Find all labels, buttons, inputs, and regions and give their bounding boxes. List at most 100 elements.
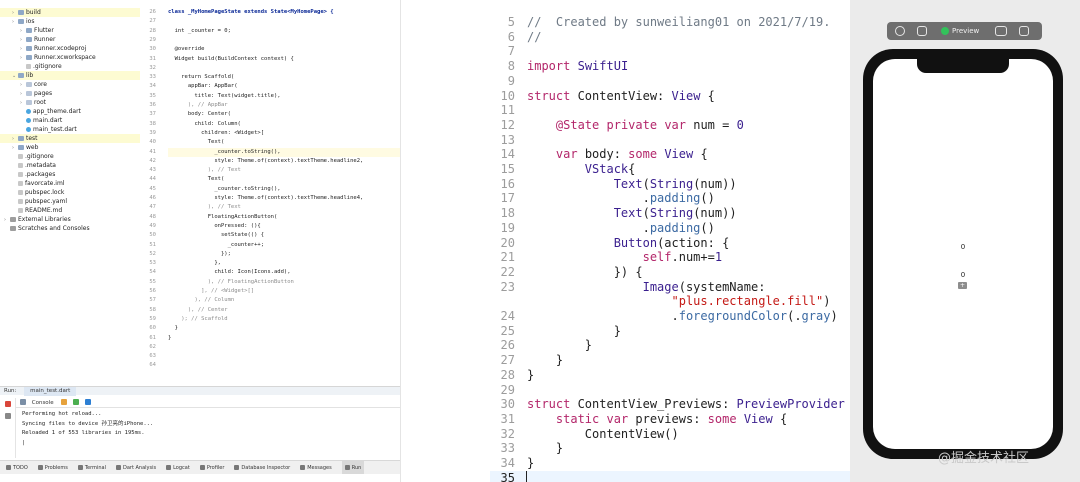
tool-tab-icon	[77, 465, 83, 470]
project-tree-item[interactable]: .metadata	[0, 161, 140, 170]
swift-code-text: struct ContentView: View {	[527, 88, 715, 103]
project-tree-item[interactable]: pubspec.yaml	[0, 197, 140, 206]
dart-code-text: style: Theme.of(context).textTheme.headl…	[168, 195, 364, 201]
project-tree-item[interactable]: › External Libraries	[0, 215, 140, 224]
dart-code-text: appBar: AppBar(	[168, 83, 238, 90]
swift-code-line: 30 struct ContentView_Previews: PreviewPr…	[490, 397, 850, 412]
line-number: 46	[149, 195, 156, 201]
project-tree-label: .metadata	[25, 162, 56, 169]
line-number: 57	[149, 297, 156, 304]
project-tree-item[interactable]: app_theme.dart	[0, 107, 140, 116]
project-tree-item[interactable]: › core	[0, 80, 140, 89]
project-tree-item[interactable]: › Runner.xcworkspace	[0, 53, 140, 62]
line-number: 19	[500, 220, 515, 235]
dart-code-line: ), // Text	[168, 166, 400, 175]
dart-code-editor[interactable]: class _MyHomePageState extends State<MyH…	[168, 8, 400, 386]
duplicate-preview-icon[interactable]	[1019, 26, 1029, 36]
swift-code-line: 25 }	[490, 324, 850, 339]
project-tree-item[interactable]: .gitignore	[0, 62, 140, 71]
file-icon	[18, 163, 23, 168]
tool-tab-database-inspector[interactable]: Database Inspector	[234, 461, 290, 474]
swift-code-text: "plus.rectangle.fill")	[671, 294, 831, 309]
dart-icon	[26, 127, 31, 132]
project-tree-item[interactable]: Scratches and Consoles	[0, 224, 140, 233]
file-icon	[18, 199, 23, 204]
stop-icon[interactable]	[5, 401, 11, 407]
project-tree-item[interactable]: README.md	[0, 206, 140, 215]
console-tab[interactable]: Console	[32, 400, 54, 406]
hot-restart-icon[interactable]	[73, 399, 80, 405]
line-number: 30	[500, 397, 515, 412]
project-tree-item[interactable]: › test	[0, 134, 140, 143]
inspect-icon[interactable]	[917, 26, 927, 36]
run-tab-main-test[interactable]: main_test.dart	[24, 387, 77, 396]
swift-code-line: 21 self.num+=1	[490, 250, 850, 265]
project-tree-item[interactable]: › pages	[0, 89, 140, 98]
xcode-code-editor[interactable]: 5 // Created by sunweiliang01 on 2021/7/1…	[490, 0, 850, 482]
project-tree-item[interactable]: › root	[0, 98, 140, 107]
project-tree-item[interactable]: › ios	[0, 17, 140, 26]
tool-tab-run[interactable]: Run	[341, 461, 365, 474]
line-number: 59	[149, 315, 156, 322]
project-tree-item[interactable]: › web	[0, 143, 140, 152]
folder-icon	[18, 19, 24, 24]
swift-code-line: 27 }	[490, 353, 850, 368]
tool-tab-problems[interactable]: Problems	[37, 461, 68, 474]
counter-text-1: 0	[960, 243, 966, 251]
project-tree-item[interactable]: › Flutter	[0, 26, 140, 35]
tool-tab-dart-analysis[interactable]: Dart Analysis	[115, 461, 156, 474]
project-tree-item[interactable]: .packages	[0, 170, 140, 179]
swift-code-text: }) {	[527, 264, 643, 279]
line-number: 32	[500, 426, 515, 441]
tool-tab-todo[interactable]: TODO	[6, 461, 28, 474]
line-number: 29	[500, 382, 515, 397]
project-tree-item[interactable]: ⌄ lib	[0, 71, 140, 80]
line-number: 42	[149, 157, 156, 164]
project-tree-item[interactable]: › Runner	[0, 35, 140, 44]
preview-label[interactable]: Preview	[952, 22, 979, 40]
dart-code-text: ); // Scaffold	[168, 315, 228, 322]
line-number: 12	[500, 117, 515, 132]
project-tree-item[interactable]: main.dart	[0, 116, 140, 125]
dart-code-line: Text(	[168, 175, 400, 184]
tool-icon[interactable]	[5, 413, 11, 419]
dart-code-line: Widget build(BuildContext context) {	[168, 55, 400, 64]
line-number: 27	[500, 353, 515, 368]
line-number: 6	[507, 29, 515, 44]
swift-code-text: ContentView()	[527, 426, 679, 441]
line-number: 33	[149, 74, 156, 81]
tool-tab-messages[interactable]: Messages	[300, 461, 332, 474]
project-tree-item[interactable]: favorcate.iml	[0, 179, 140, 188]
project-tree-item[interactable]: › build	[0, 8, 140, 17]
line-number: 29	[149, 36, 156, 43]
project-tree-item[interactable]: pubspec.lock	[0, 188, 140, 197]
swift-code-text: .foregroundColor(.gray)	[527, 309, 838, 323]
hot-reload-icon[interactable]	[61, 399, 68, 405]
tool-tab-terminal[interactable]: Terminal	[77, 461, 106, 474]
line-number: 26	[149, 9, 156, 15]
live-preview-icon[interactable]	[895, 26, 905, 36]
dart-code-text: class _MyHomePageState extends State<MyH…	[168, 9, 334, 15]
console-line: Performing hot reload...	[22, 411, 102, 417]
line-number: 21	[500, 250, 515, 265]
dart-code-line: style: Theme.of(context).textTheme.headl…	[168, 194, 400, 203]
plus-rectangle-fill-icon[interactable]: +	[958, 282, 967, 289]
line-number: 17	[500, 191, 515, 206]
line-number: 31	[500, 411, 515, 426]
line-number: 50	[149, 232, 156, 239]
devtools-icon[interactable]	[84, 399, 91, 405]
swift-code-line: 11	[490, 103, 850, 118]
tool-tab-logcat[interactable]: Logcat	[166, 461, 190, 474]
line-number: 61	[149, 334, 156, 341]
tool-tab-label: Run	[351, 465, 362, 471]
tool-tab-icon	[300, 465, 306, 470]
console-output[interactable]: Performing hot reload... Syncing files to…	[22, 410, 400, 458]
project-tree-item[interactable]: main_test.dart	[0, 125, 140, 134]
project-tree-item[interactable]: .gitignore	[0, 152, 140, 161]
line-number: 44	[149, 176, 156, 183]
tool-tab-profiler[interactable]: Profiler	[199, 461, 224, 474]
file-icon	[18, 154, 23, 159]
project-tree-item[interactable]: › Runner.xcodeproj	[0, 44, 140, 53]
device-settings-icon[interactable]	[995, 26, 1007, 36]
project-tree-label: web	[26, 144, 39, 151]
